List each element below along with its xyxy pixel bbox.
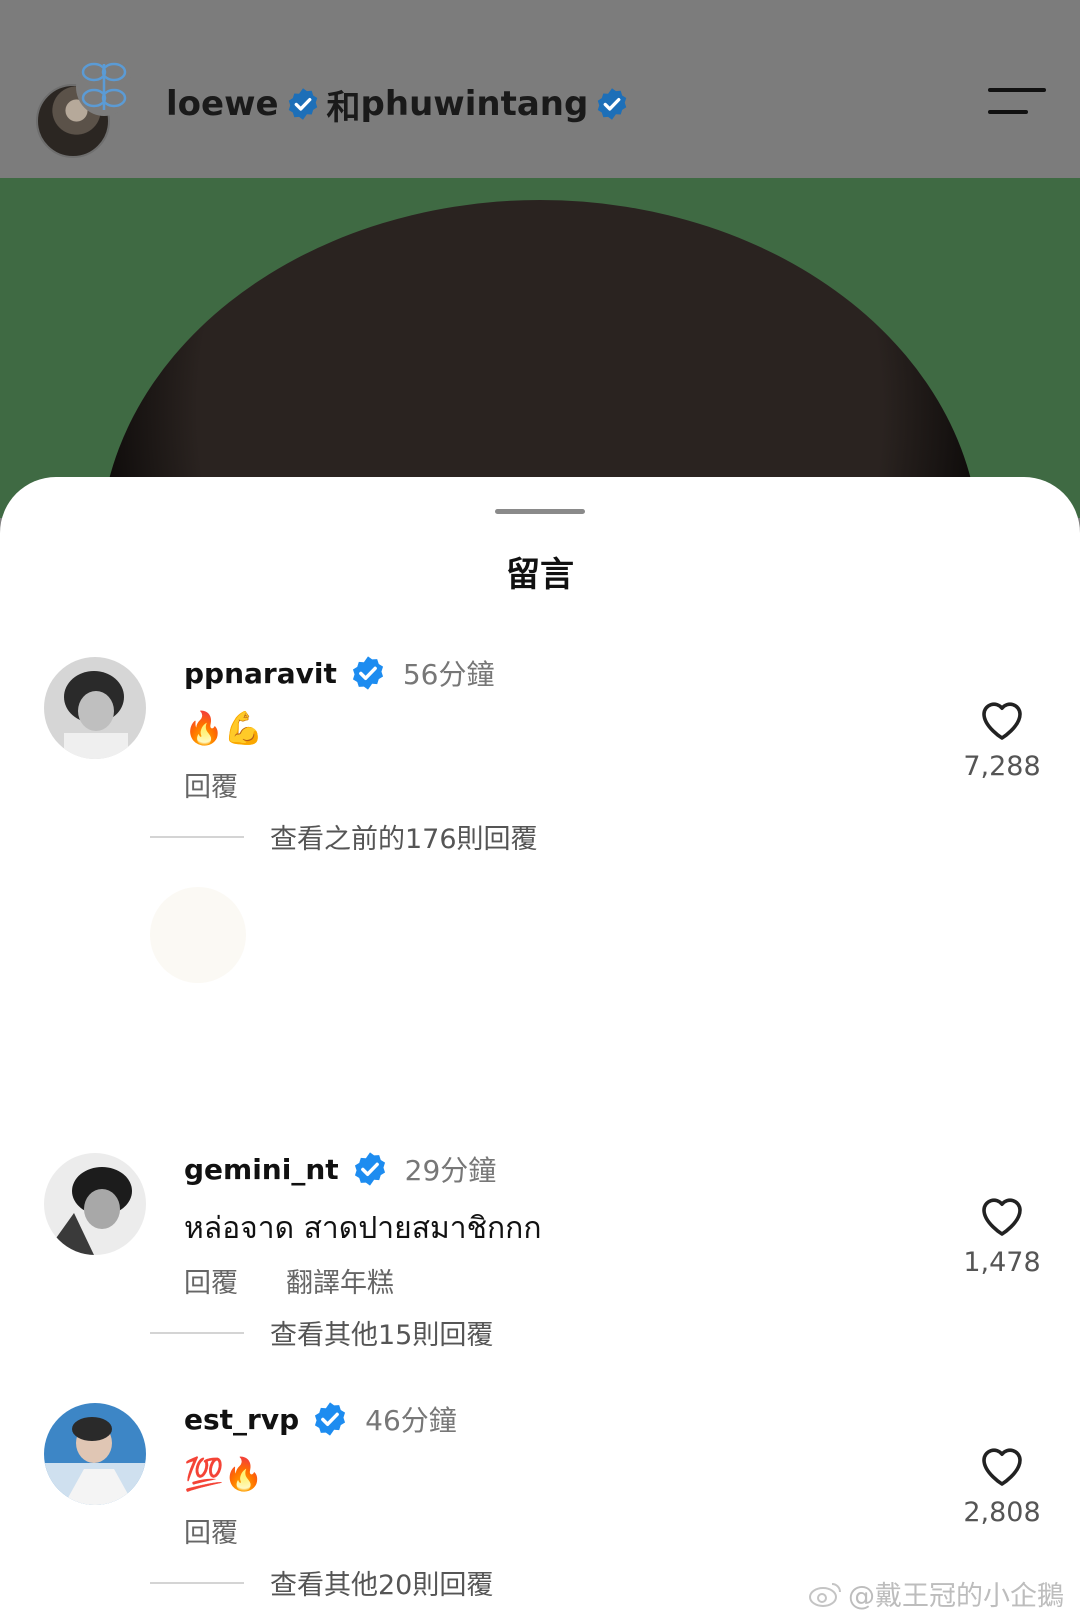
sheet-title: 留言 [506,555,574,595]
reply-button[interactable]: 回覆 [184,765,238,804]
instagram-comments-screen: loewe 和 phuwintang 留言 ppnaravit 56分鐘 🔥💪 … [0,0,1080,1613]
hair-shape [100,200,980,518]
avatar-image [44,657,146,759]
drag-handle[interactable] [495,509,585,514]
comment-time: 56分鐘 [402,658,495,691]
comment-text: 🔥💪 [184,709,264,747]
comment-text: หล่อจาด สาดปายสมาชิกกก [184,1211,542,1246]
view-replies-button[interactable]: 查看其他20則回覆 [150,1563,493,1602]
collab-joiner: 和 [326,87,361,128]
view-replies-label: 查看之前的176則回覆 [270,824,538,855]
reply-button[interactable]: 回覆 [184,1261,238,1300]
watermark-text: @戴王冠的小企鵝 [848,1581,1064,1612]
heart-icon[interactable] [978,1193,1026,1237]
view-replies-button[interactable]: 查看之前的176則回覆 [150,817,538,856]
comment-header: gemini_nt 29分鐘 [184,1149,496,1189]
post-header: loewe 和 phuwintang [0,0,1080,178]
verified-badge-icon [288,88,317,120]
collab-title[interactable]: loewe 和 phuwintang [166,78,630,130]
comments-sheet: 留言 ppnaravit 56分鐘 🔥💪 回覆 7,288 查看之前的176則回… [0,477,1080,1613]
watermark: @戴王冠的小企鵝 [808,1574,1064,1613]
heart-icon[interactable] [978,697,1026,741]
comment-header: est_rvp 46分鐘 [184,1399,457,1439]
commenter-avatar[interactable] [44,1403,146,1505]
translate-button[interactable]: 翻譯年糕 [286,1261,394,1300]
avatar-image [44,1403,146,1505]
divider-line [150,1331,244,1334]
faded-reply-avatar [150,887,246,983]
like-block: 2,808 [950,1443,1054,1528]
view-replies-label: 查看其他20則回覆 [270,1570,494,1601]
view-replies-button[interactable]: 查看其他15則回覆 [150,1313,493,1352]
comment-actions: 回覆 [184,765,238,804]
loewe-logo-avatar[interactable] [76,58,132,116]
like-count: 2,808 [963,1497,1041,1528]
heart-icon[interactable] [978,1443,1026,1487]
like-block: 7,288 [950,697,1054,782]
verified-badge-icon [315,1402,346,1436]
loewe-logo-icon [81,62,127,110]
account2-name[interactable]: phuwintang [361,84,589,124]
verified-badge-icon [352,656,383,690]
verified-badge-icon [598,88,627,120]
collab-avatars[interactable] [36,58,136,158]
like-count: 7,288 [963,751,1041,782]
reply-button[interactable]: 回覆 [184,1511,238,1550]
post-photo [0,178,1080,518]
comment-text: 💯🔥 [184,1455,264,1493]
comment-username[interactable]: ppnaravit [184,657,337,690]
divider-line [150,835,244,838]
avatar-image [44,1153,146,1255]
comment-header: ppnaravit 56分鐘 [184,653,495,693]
comment-username[interactable]: est_rvp [184,1403,299,1436]
like-block: 1,478 [950,1193,1054,1278]
account1-name[interactable]: loewe [166,84,279,124]
like-count: 1,478 [963,1247,1041,1278]
commenter-avatar[interactable] [44,1153,146,1255]
comment-actions: 回覆 翻譯年糕 [184,1261,394,1300]
verified-badge-icon [354,1152,385,1186]
comment-actions: 回覆 [184,1511,238,1550]
comment-time: 29分鐘 [404,1154,497,1187]
view-replies-label: 查看其他15則回覆 [270,1320,494,1351]
divider-line [150,1581,244,1584]
commenter-avatar[interactable] [44,657,146,759]
comment-username[interactable]: gemini_nt [184,1153,339,1186]
menu-icon[interactable] [988,84,1048,124]
comment-time: 46分鐘 [365,1404,457,1437]
weibo-icon [809,1582,841,1607]
